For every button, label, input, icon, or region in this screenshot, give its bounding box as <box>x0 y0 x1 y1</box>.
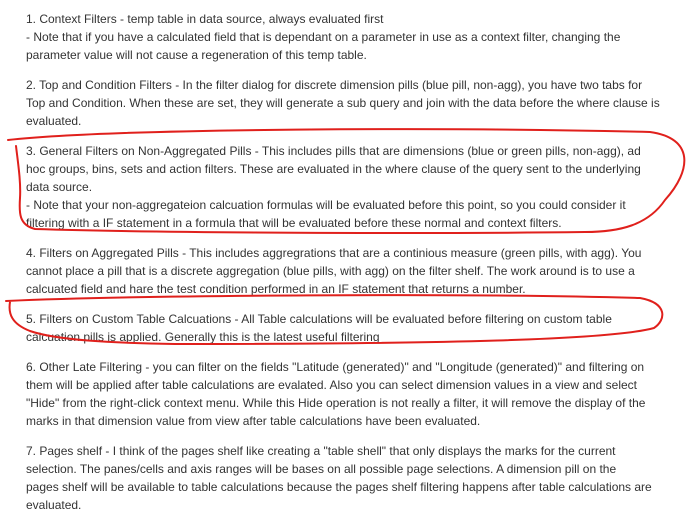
text-line: 6. Other Late Filtering - you can filter… <box>26 360 645 374</box>
text-line: 5. Filters on Custom Table Calcuations -… <box>26 312 612 326</box>
text-line: them will be applied after table calcula… <box>26 378 638 392</box>
text-line: evaluated. <box>26 498 82 512</box>
text-line: pages shelf will be available to table c… <box>26 480 652 494</box>
paragraph-pages-shelf: 7. Pages shelf - I think of the pages sh… <box>26 442 686 514</box>
text-line: evaluated. <box>26 114 82 128</box>
paragraph-top-condition-filters: 2. Top and Condition Filters - In the fi… <box>26 76 686 130</box>
text-line: calcuation pills is applied. Generally t… <box>26 330 380 344</box>
paragraph-table-calc-filters: 5. Filters on Custom Table Calcuations -… <box>26 310 686 346</box>
text-line: 4. Filters on Aggregated Pills - This in… <box>26 246 642 260</box>
text-line: "Hide" from the right-click context menu… <box>26 396 646 410</box>
text-line: 2. Top and Condition Filters - In the fi… <box>26 78 643 92</box>
text-line: parameter value will not cause a regener… <box>26 48 367 62</box>
paragraph-context-filters: 1. Context Filters - temp table in data … <box>26 10 686 64</box>
text-line: 3. General Filters on Non-Aggregated Pil… <box>26 144 641 158</box>
text-line: 7. Pages shelf - I think of the pages sh… <box>26 444 616 458</box>
text-line: filtering with a IF statement in a formu… <box>26 216 562 230</box>
text-line: marks in that dimension value from view … <box>26 414 481 428</box>
filter-order-notes: 1. Context Filters - temp table in data … <box>26 10 686 526</box>
paragraph-general-filters: 3. General Filters on Non-Aggregated Pil… <box>26 142 686 232</box>
text-line: selection. The panes/cells and axis rang… <box>26 462 617 476</box>
text-line: - Note that your non-aggregateion calcua… <box>26 198 626 212</box>
text-line: cannot place a pill that is a discrete a… <box>26 264 635 278</box>
text-line: hoc groups, bins, sets and action filter… <box>26 162 641 176</box>
text-line: 1. Context Filters - temp table in data … <box>26 12 384 26</box>
text-line: calcuated field and hare the test condit… <box>26 282 526 296</box>
text-line: - Note that if you have a calculated fie… <box>26 30 621 44</box>
paragraph-late-filtering: 6. Other Late Filtering - you can filter… <box>26 358 686 430</box>
paragraph-aggregated-filters: 4. Filters on Aggregated Pills - This in… <box>26 244 686 298</box>
text-line: data source. <box>26 180 93 194</box>
text-line: Top and Condition. When these are set, t… <box>26 96 660 110</box>
